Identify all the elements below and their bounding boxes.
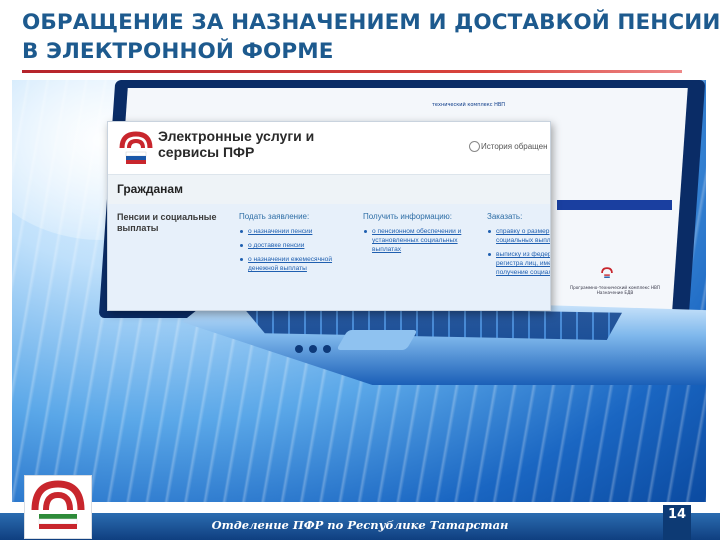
section-bar: Гражданам	[108, 174, 550, 205]
pfr-logo-icon	[601, 267, 613, 278]
column-info: Получить информацию: о пенсионном обеспе…	[363, 212, 473, 259]
pfr-website-window: Электронные услуги и сервисы ПФР История…	[107, 121, 551, 311]
history-link[interactable]: История обращен	[469, 141, 548, 152]
bullet-icon	[240, 258, 243, 261]
bullet-icon	[240, 230, 243, 233]
bullet-icon	[488, 253, 491, 256]
link-pension-delivery[interactable]: о доставке пенсии	[239, 241, 349, 250]
bullet-icon	[240, 244, 243, 247]
column-heading: Получить информацию:	[363, 212, 452, 221]
laptop-screen-bar	[557, 200, 672, 210]
section-title: Гражданам	[117, 182, 183, 196]
column-order: Заказать: справку о размер социальных вы…	[487, 212, 550, 282]
laptop-screen-caption: Программно-технический комплекс НВП Назн…	[569, 285, 661, 295]
laptop-port	[309, 345, 317, 353]
page-number: 14	[663, 505, 691, 540]
link-pension-assignment[interactable]: о назначении пенсии	[239, 227, 349, 236]
link-monthly-payment[interactable]: о назначении ежемесячной денежной выплат…	[239, 255, 349, 273]
services-panel: Пенсии и социальные выплаты Подать заявл…	[108, 204, 550, 310]
column-heading: Подать заявление:	[239, 212, 310, 221]
history-icon	[469, 141, 480, 152]
bullet-icon	[364, 230, 367, 233]
title-divider	[22, 70, 682, 73]
pfr-logo-icon[interactable]	[116, 128, 156, 168]
site-header: Электронные услуги и сервисы ПФР История…	[108, 122, 550, 174]
laptop-port	[295, 345, 303, 353]
site-brand-title[interactable]: Электронные услуги и сервисы ПФР	[158, 128, 348, 160]
column-apply: Подать заявление: о назначении пенсии о …	[239, 212, 349, 278]
pfr-logo-icon	[24, 475, 92, 539]
column-heading: Заказать:	[487, 212, 523, 221]
footer-text: Отделение ПФР по Республике Татарстан	[211, 518, 509, 532]
laptop-screen-text: технический комплекс НВП	[432, 102, 506, 108]
link-payment-certificate[interactable]: справку о размер социальных выпл	[487, 227, 550, 245]
link-register-extract[interactable]: выписку из федер регистра лиц, име получ…	[487, 250, 550, 277]
category-title: Пенсии и социальные выплаты	[117, 212, 217, 233]
laptop-port	[323, 345, 331, 353]
laptop-touchpad	[336, 330, 418, 350]
history-link-label: История обращен	[481, 142, 548, 151]
slide-title: ОБРАЩЕНИЕ ЗА НАЗНАЧЕНИЕМ И ДОСТАВКОЙ ПЕН…	[22, 10, 720, 64]
link-pension-info[interactable]: о пенсионном обеспечении и установленных…	[363, 227, 473, 254]
bullet-icon	[488, 230, 491, 233]
